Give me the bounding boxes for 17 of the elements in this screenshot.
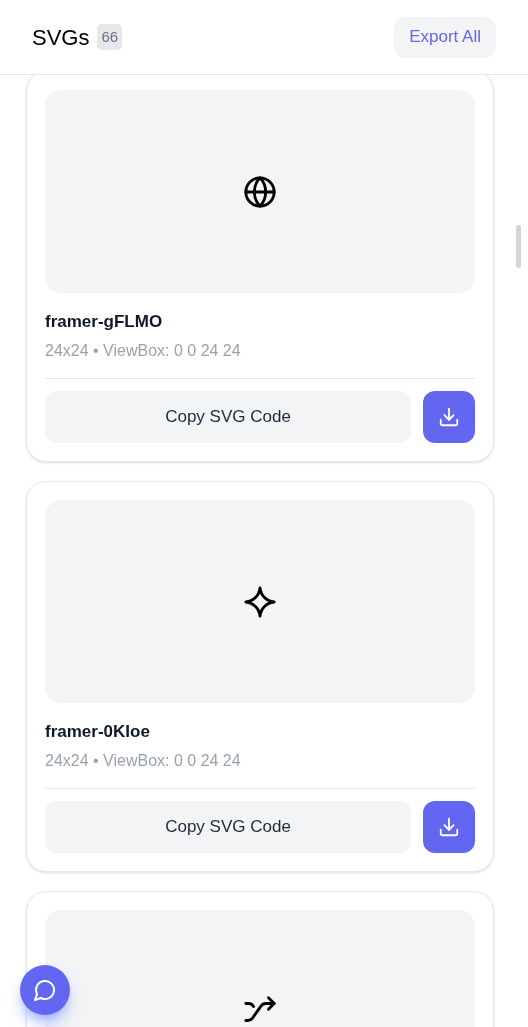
copy-svg-code-button[interactable]: Copy SVG Code: [45, 801, 411, 853]
sparkle-icon: [243, 584, 277, 619]
page-title: SVGs: [32, 23, 90, 52]
icon-dimensions: 24x24 • ViewBox: 0 0 24 24: [45, 751, 242, 771]
icon-name: framer-gFLMO: [45, 311, 164, 333]
icon-dimensions: 24x24 • ViewBox: 0 0 24 24: [45, 341, 242, 361]
chat-bubble-icon: [33, 978, 57, 1002]
download-button[interactable]: [423, 391, 475, 443]
export-all-button[interactable]: Export All: [394, 16, 496, 58]
download-icon: [438, 816, 460, 838]
copy-svg-code-button[interactable]: Copy SVG Code: [45, 391, 411, 443]
globe-icon: [243, 174, 277, 209]
icon-name: framer-0KIoe: [45, 721, 151, 743]
download-button[interactable]: [423, 801, 475, 853]
scrollbar-thumb[interactable]: [516, 225, 521, 268]
count-badge: 66: [97, 23, 123, 51]
download-icon: [438, 406, 460, 428]
